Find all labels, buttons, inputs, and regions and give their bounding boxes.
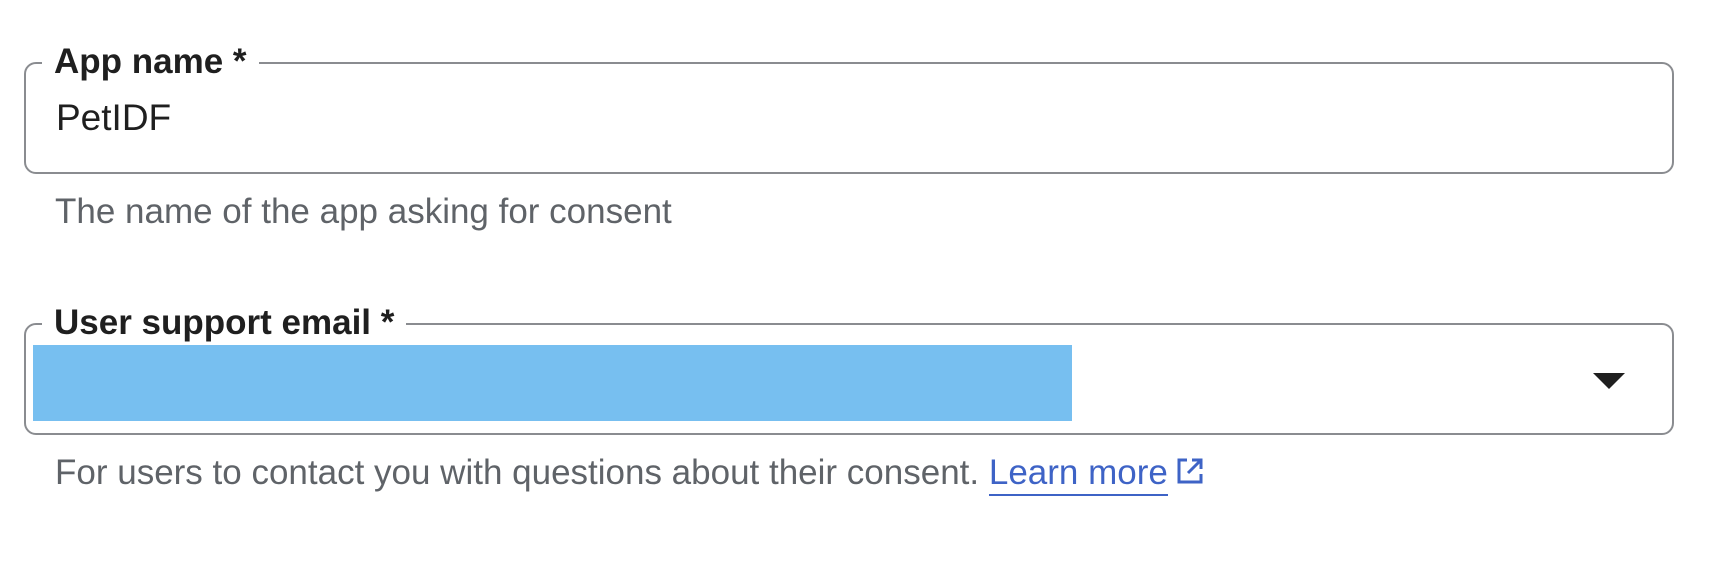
learn-more-label: Learn more [988, 453, 1168, 492]
app-name-label: App name * [42, 42, 259, 82]
app-name-helper-text: The name of the app asking for consent [55, 192, 672, 231]
app-name-field[interactable]: App name * PetIDF [24, 42, 1674, 174]
user-support-email-label: User support email * [42, 303, 407, 343]
app-name-input[interactable]: PetIDF [56, 96, 171, 140]
learn-more-link[interactable]: Learn more [988, 453, 1168, 496]
redacted-email-value [33, 345, 1072, 421]
external-link-icon[interactable] [1174, 455, 1206, 487]
user-support-email-helper-text: For users to contact you with questions … [55, 453, 980, 492]
user-support-email-helper: For users to contact you with questions … [55, 452, 1206, 496]
user-support-email-select[interactable]: User support email * [24, 303, 1674, 435]
dropdown-arrow-icon[interactable] [1593, 373, 1625, 389]
